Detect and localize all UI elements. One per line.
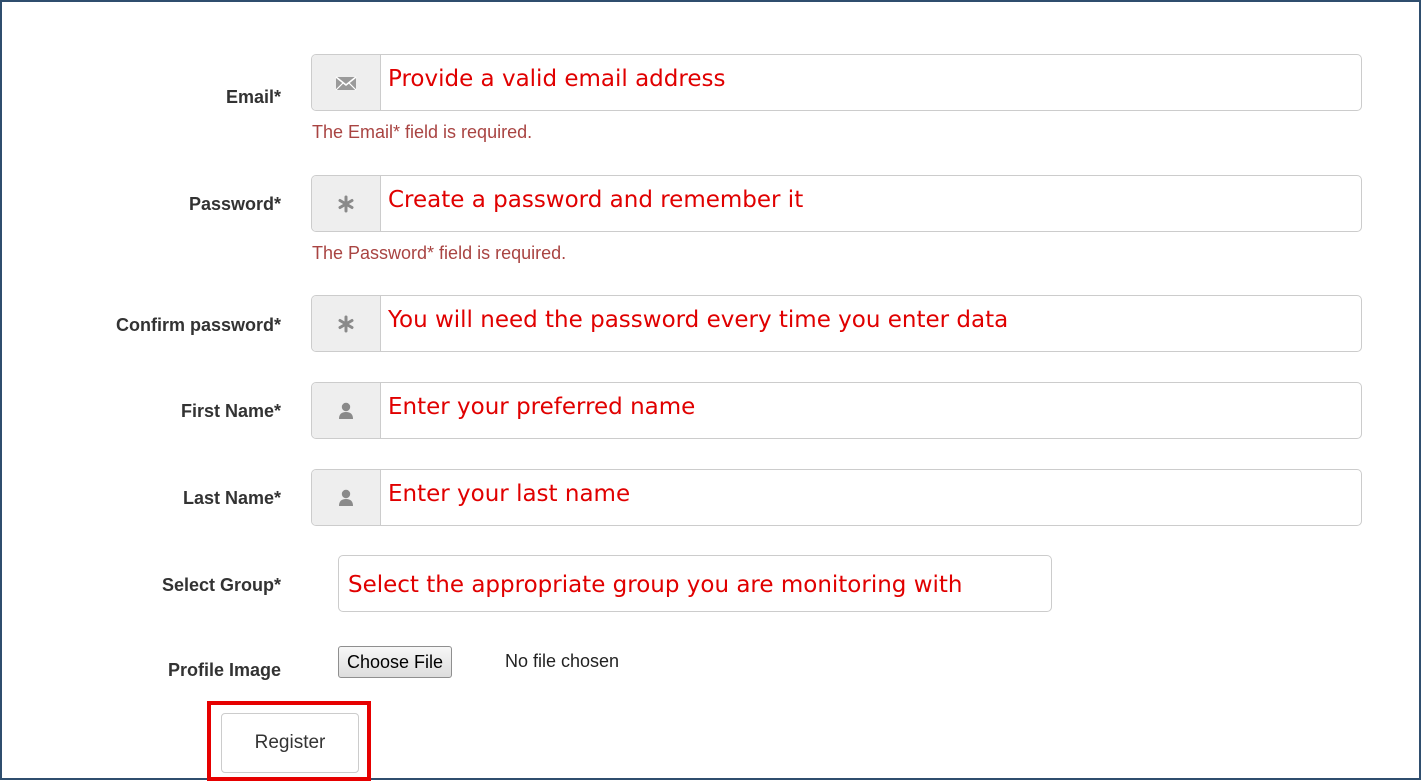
email-label: Email*	[225, 87, 281, 107]
last-name-field[interactable]: Enter your last name	[381, 462, 1361, 525]
password-error: The Password* field is required.	[312, 243, 567, 263]
first-name-label: First Name*	[180, 401, 281, 421]
password-field[interactable]: Create a password and remember it	[381, 168, 1361, 231]
file-status-text: No file chosen	[505, 651, 620, 671]
password-input-group[interactable]: Create a password and remember it	[311, 175, 1362, 232]
choose-file-button[interactable]: Choose File	[338, 646, 453, 678]
envelope-icon	[312, 55, 381, 110]
asterisk-icon	[312, 296, 381, 351]
last-name-label: Last Name*	[182, 488, 281, 508]
profile-image-label: Profile Image	[167, 660, 281, 680]
first-name-input-group[interactable]: Enter your preferred name	[311, 382, 1362, 439]
email-error: The Email* field is required.	[312, 122, 533, 142]
asterisk-icon	[312, 176, 381, 231]
select-group-label: Select Group*	[161, 575, 281, 595]
register-button[interactable]: Register	[221, 713, 359, 773]
confirm-password-label: Confirm password*	[115, 315, 281, 335]
email-input-group[interactable]: Provide a valid email address	[311, 54, 1362, 111]
group-select[interactable]: Select the appropriate group you are mon…	[338, 555, 1052, 612]
password-label: Password*	[188, 194, 281, 214]
first-name-field[interactable]: Enter your preferred name	[381, 375, 1361, 438]
confirm-password-input-group[interactable]: You will need the password every time yo…	[311, 295, 1362, 352]
confirm-password-field[interactable]: You will need the password every time yo…	[381, 288, 1361, 351]
user-icon	[312, 470, 381, 525]
last-name-input-group[interactable]: Enter your last name	[311, 469, 1362, 526]
email-field[interactable]: Provide a valid email address	[381, 47, 1361, 110]
user-icon	[312, 383, 381, 438]
